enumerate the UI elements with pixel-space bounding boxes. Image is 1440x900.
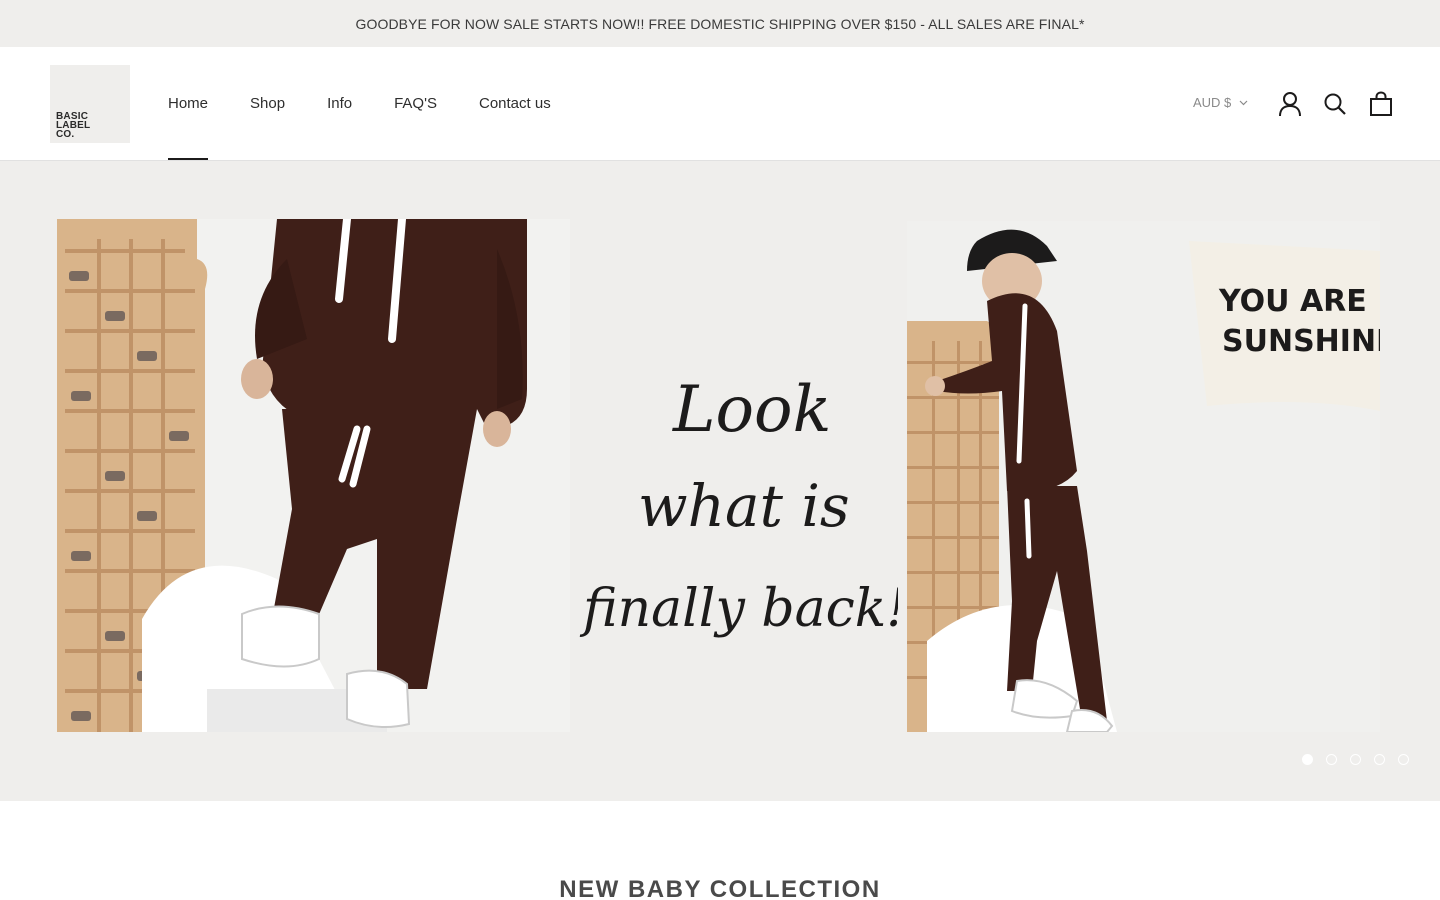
announcement-bar: GOODBYE FOR NOW SALE STARTS NOW!! FREE D… (0, 0, 1440, 47)
hero-slideshow: Look what is finally back! YOU ARE MY (0, 161, 1440, 801)
hero-photo-right: YOU ARE MY SUNSHINE (907, 221, 1380, 732)
slide-dot-3[interactable] (1350, 754, 1361, 765)
script-line-1: Look (672, 373, 831, 447)
script-line-2: what is (638, 472, 850, 540)
child-tracksuit-illustration (57, 219, 570, 732)
banner-line-1: YOU ARE MY (1218, 284, 1380, 319)
section-title: NEW BABY COLLECTION (559, 876, 881, 900)
logo-line-3: CO. (56, 129, 75, 140)
banner-line-2: SUNSHINE (1222, 324, 1380, 359)
currency-label: AUD $ (1193, 95, 1232, 110)
child-side-illustration: YOU ARE MY SUNSHINE (907, 221, 1380, 732)
main-nav: Home Shop Info FAQ'S Contact us (168, 47, 593, 160)
logo[interactable]: BASIC LABEL CO. (50, 65, 130, 143)
announcement-text: GOODBYE FOR NOW SALE STARTS NOW!! FREE D… (355, 15, 1085, 32)
cart-icon[interactable] (1369, 91, 1393, 117)
script-line-3: finally back! (579, 579, 898, 639)
nav-info[interactable]: Info (327, 47, 352, 160)
slide-pagination (1302, 754, 1409, 765)
slide-dot-5[interactable] (1398, 754, 1409, 765)
account-icon[interactable] (1278, 91, 1302, 117)
nav-home[interactable]: Home (168, 47, 209, 160)
nav-contact[interactable]: Contact us (479, 47, 551, 160)
currency-selector[interactable]: AUD $ (1193, 95, 1248, 110)
chevron-down-icon (1239, 100, 1248, 105)
slide-dot-2[interactable] (1326, 754, 1337, 765)
search-icon[interactable] (1323, 91, 1347, 117)
nav-faqs[interactable]: FAQ'S (394, 47, 437, 160)
hero-photo-left (57, 219, 570, 732)
hero-script-text: Look what is finally back! (578, 341, 907, 701)
slide-dot-4[interactable] (1374, 754, 1385, 765)
nav-shop[interactable]: Shop (250, 47, 285, 160)
slide-dot-1[interactable] (1302, 754, 1313, 765)
site-header: BASIC LABEL CO. Home Shop Info FAQ'S Con… (0, 47, 1440, 161)
script-text-graphic: Look what is finally back! (579, 373, 907, 639)
